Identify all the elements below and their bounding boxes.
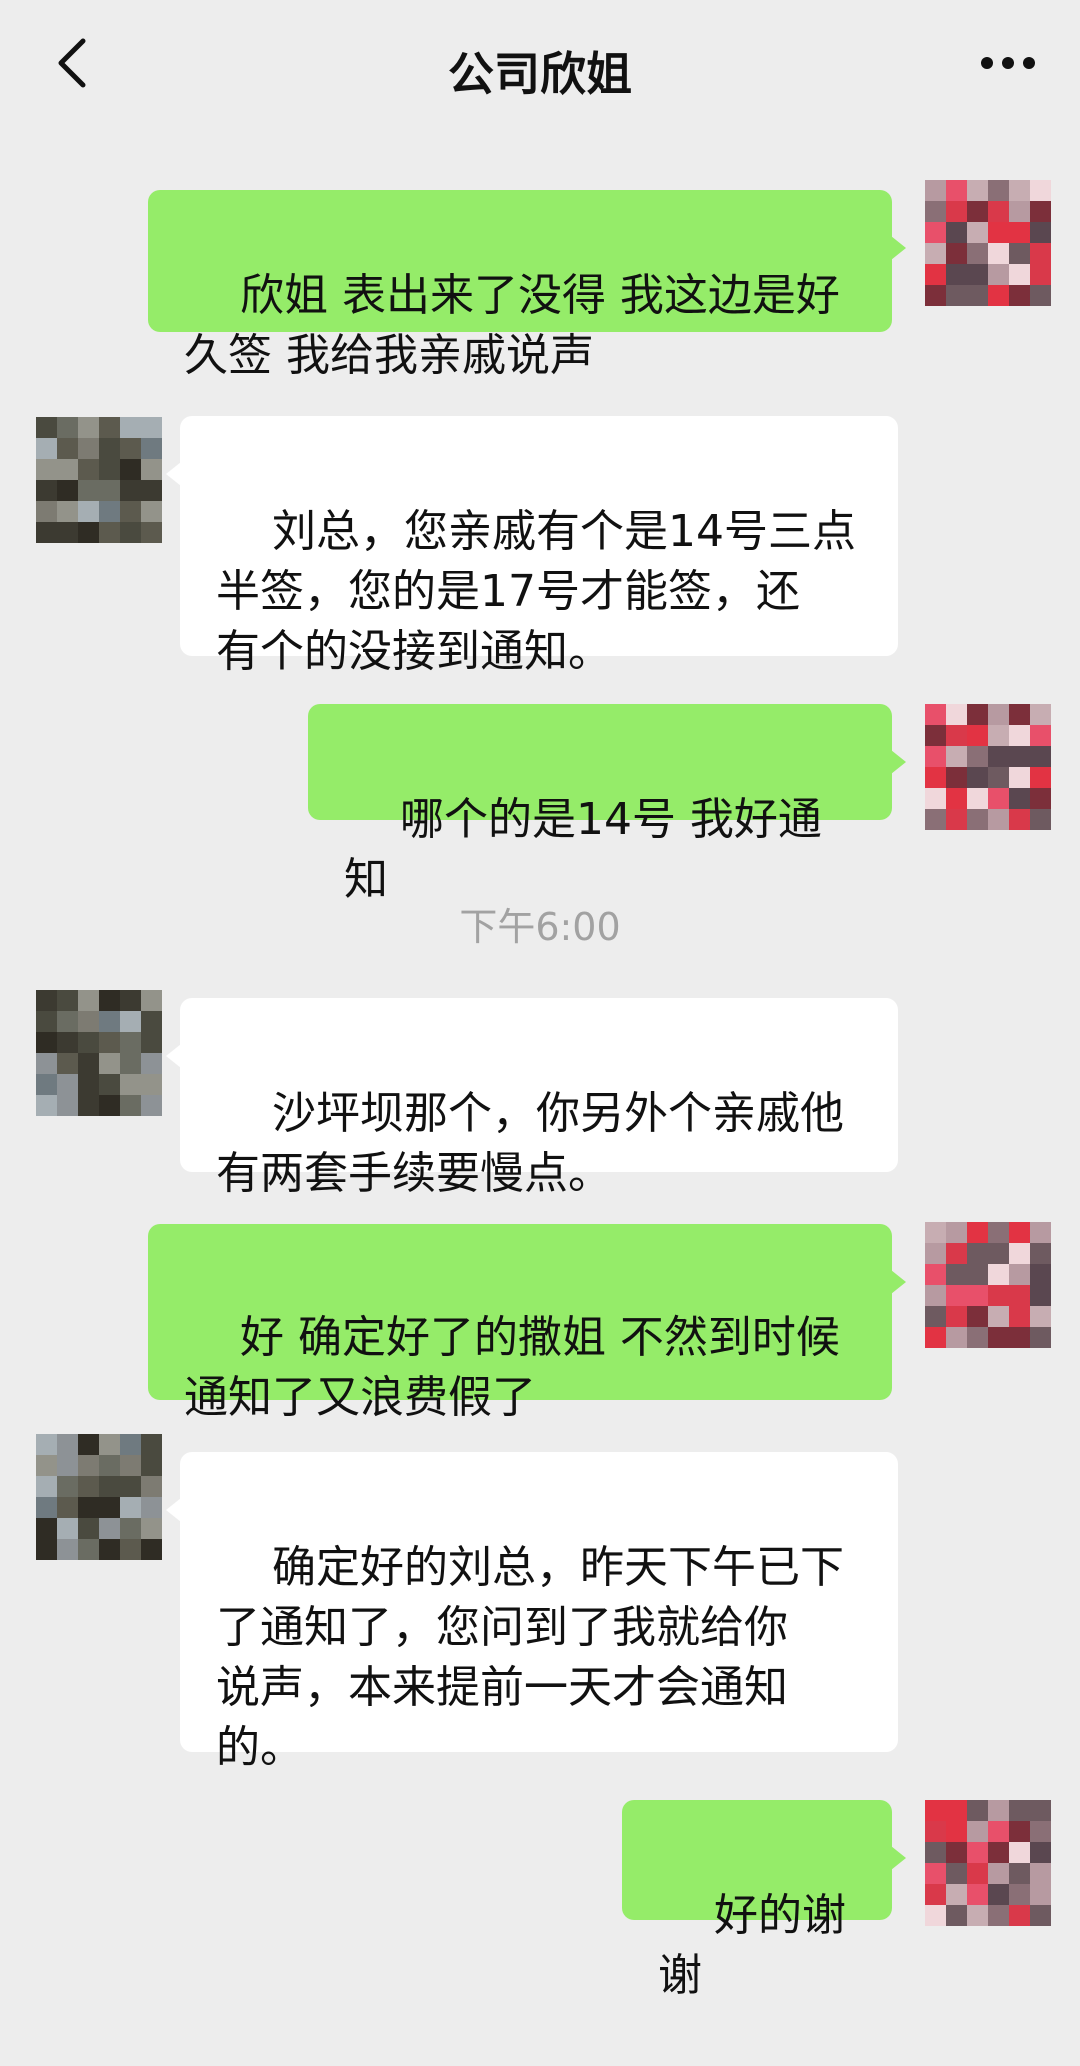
message-list[interactable]: 欣姐 表出来了没得 我这边是好 久签 我给我亲戚说声 刘总，您亲戚有个是14号三… [0,130,1080,2001]
avatar[interactable] [36,417,162,543]
message-text: 刘总，您亲戚有个是14号三点 半签，您的是17号才能签，还 有个的没接到通知。 [216,506,856,677]
chat-header: 公司欣姐 [0,0,1080,130]
avatar[interactable] [925,180,1051,306]
message-text: 哪个的是14号 我好通知 [344,794,822,905]
more-dots-icon [981,57,1035,69]
avatar[interactable] [925,704,1051,830]
message-bubble[interactable]: 刘总，您亲戚有个是14号三点 半签，您的是17号才能签，还 有个的没接到通知。 [166,416,898,677]
more-options-button[interactable] [968,28,1048,98]
message-bubble[interactable]: 好 确定好了的撒姐 不然到时候 通知了又浪费假了 [148,1224,906,1423]
message-text: 确定好的刘总，昨天下午已下 了通知了，您问到了我就给你 说声，本来提前一天才会通… [216,1542,844,1773]
avatar[interactable] [36,1434,162,1560]
avatar[interactable] [925,1222,1051,1348]
message-text: 好 确定好了的撒姐 不然到时候 通知了又浪费假了 [184,1312,840,1423]
timestamp: 下午6:00 [459,905,621,949]
avatar[interactable] [36,990,162,1116]
message-bubble[interactable]: 确定好的刘总，昨天下午已下 了通知了，您问到了我就给你 说声，本来提前一天才会通… [166,1452,898,1773]
message-bubble[interactable]: 沙坪坝那个，你另外个亲戚他 有两套手续要慢点。 [166,998,898,1199]
message-bubble[interactable]: 哪个的是14号 我好通知 [308,704,906,905]
message-text: 沙坪坝那个，你另外个亲戚他 有两套手续要慢点。 [216,1088,844,1199]
message-text: 欣姐 表出来了没得 我这边是好 久签 我给我亲戚说声 [184,270,840,381]
message-bubble[interactable]: 欣姐 表出来了没得 我这边是好 久签 我给我亲戚说声 [148,190,906,381]
avatar[interactable] [925,1800,1051,1926]
message-bubble[interactable]: 好的谢谢 [622,1800,906,2001]
chat-title: 公司欣姐 [448,47,632,101]
message-text: 好的谢谢 [658,1890,846,2001]
